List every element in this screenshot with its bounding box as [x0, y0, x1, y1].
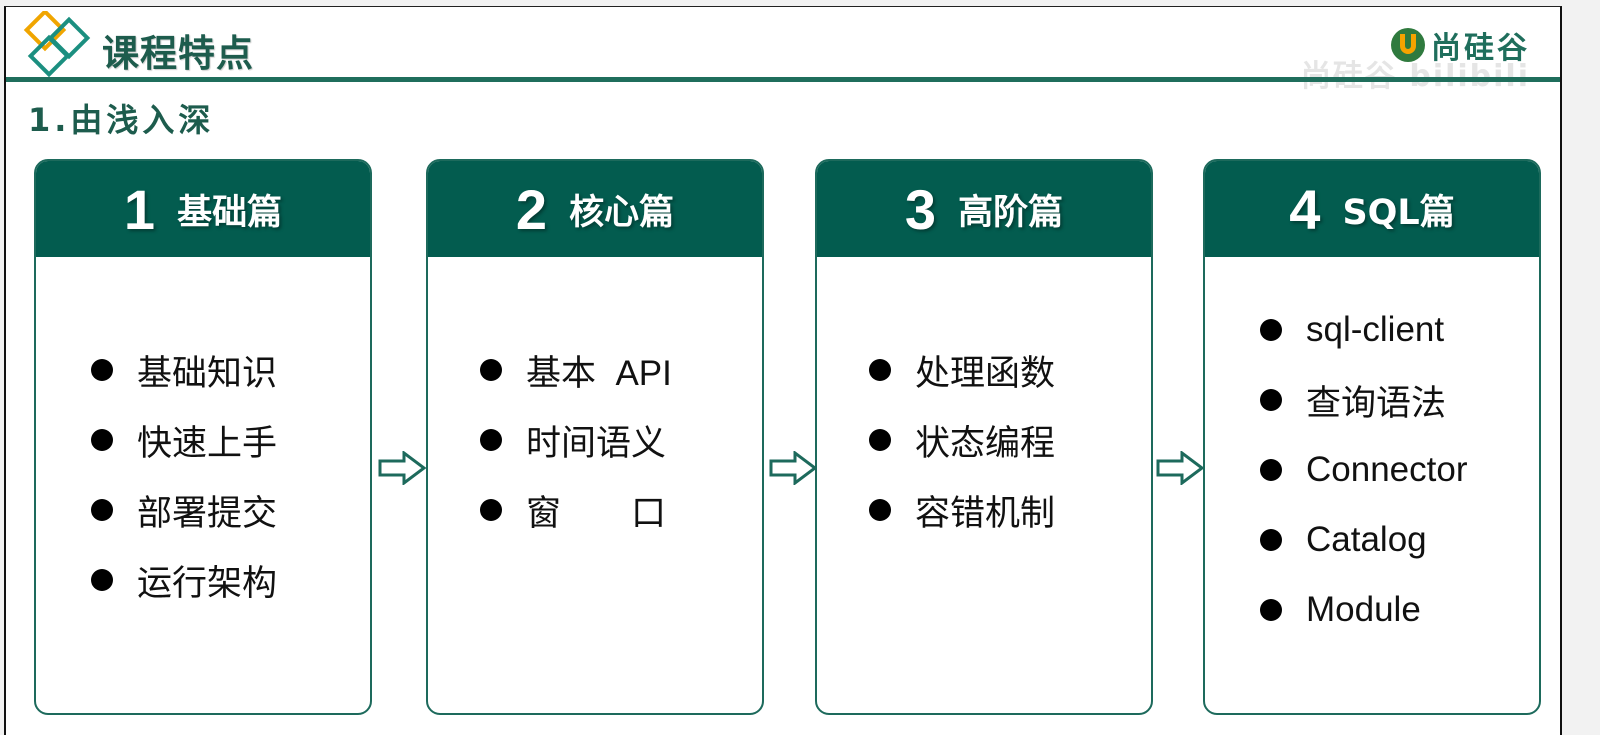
right-arrow-outline-icon [769, 451, 817, 485]
list-item: 运行架构 [91, 545, 370, 615]
card-title: SQL篇 [1342, 192, 1455, 233]
bullet-icon [869, 359, 891, 381]
bullet-icon [1260, 459, 1282, 481]
list-item: 窗 口 [480, 475, 762, 545]
bullet-icon [1260, 319, 1282, 341]
list-item: 时间语义 [480, 405, 762, 475]
diamonds-logo-icon [23, 11, 91, 78]
card-list: 处理函数 状态编程 容错机制 [817, 257, 1151, 545]
list-item: 部署提交 [91, 475, 370, 545]
slide: 课程特点 尚硅谷 尚硅谷 bilibili 1.由浅入深 1 基础篇 基础知识 … [4, 6, 1562, 735]
card-title: 基础篇 [177, 192, 283, 233]
bullet-icon [869, 429, 891, 451]
list-item: sql-client [1260, 295, 1539, 365]
header-divider [6, 77, 1560, 82]
list-item: Catalog [1260, 505, 1539, 575]
card-core: 2 核心篇 基本 API 时间语义 窗 口 [426, 159, 764, 715]
bullet-icon [480, 359, 502, 381]
bullet-icon [91, 569, 113, 591]
list-item: 查询语法 [1260, 365, 1539, 435]
list-item: Module [1260, 575, 1539, 645]
card-number: 2 [515, 177, 548, 241]
list-item: 基础知识 [91, 335, 370, 405]
bullet-icon [869, 499, 891, 521]
bullet-icon [1260, 529, 1282, 551]
list-item: Connector [1260, 435, 1539, 505]
bullet-icon [91, 359, 113, 381]
list-item: 处理函数 [869, 335, 1151, 405]
card-list: sql-client 查询语法 Connector Catalog Module [1205, 257, 1539, 645]
bullet-icon [91, 499, 113, 521]
card-title: 核心篇 [569, 192, 675, 233]
card-title: 高阶篇 [958, 192, 1064, 233]
list-item: 快速上手 [91, 405, 370, 475]
card-list: 基本 API 时间语义 窗 口 [428, 257, 762, 545]
list-item: 状态编程 [869, 405, 1151, 475]
bullet-icon [1260, 389, 1282, 411]
card-number: 3 [904, 177, 937, 241]
card-header: 3 高阶篇 [817, 161, 1151, 257]
card-number: 1 [123, 177, 156, 241]
bullet-icon [1260, 599, 1282, 621]
header-title: 课程特点 [102, 32, 254, 75]
card-header: 4 SQL篇 [1205, 161, 1539, 257]
card-number: 4 [1289, 177, 1321, 241]
card-header: 1 基础篇 [36, 161, 370, 257]
right-arrow-outline-icon [1156, 451, 1204, 485]
bullet-icon [480, 499, 502, 521]
right-arrow-outline-icon [378, 451, 426, 485]
card-sql: 4 SQL篇 sql-client 查询语法 Connector Catalog… [1203, 159, 1541, 715]
video-watermark: 尚硅谷 bilibili [1301, 51, 1530, 95]
card-basics: 1 基础篇 基础知识 快速上手 部署提交 运行架构 [34, 159, 372, 715]
section-title: 1.由浅入深 [28, 101, 215, 139]
list-item: 基本 API [480, 335, 762, 405]
bullet-icon [91, 429, 113, 451]
bullet-icon [480, 429, 502, 451]
card-list: 基础知识 快速上手 部署提交 运行架构 [36, 257, 370, 615]
card-header: 2 核心篇 [428, 161, 762, 257]
card-advanced: 3 高阶篇 处理函数 状态编程 容错机制 [815, 159, 1153, 715]
list-item: 容错机制 [869, 475, 1151, 545]
